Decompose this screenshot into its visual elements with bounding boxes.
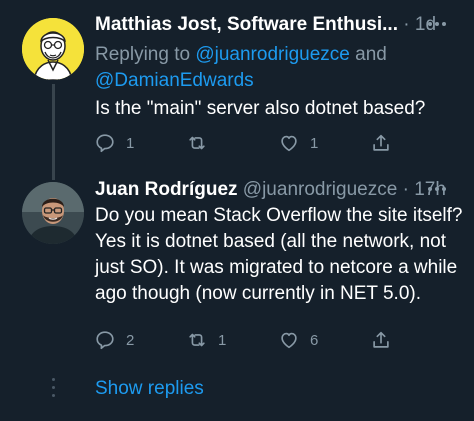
replying-to-and: and: [349, 44, 387, 65]
avatar[interactable]: [22, 18, 84, 80]
share-icon: [373, 134, 389, 151]
separator-dot: ·: [403, 14, 410, 35]
more-icon[interactable]: [428, 20, 448, 28]
share-button[interactable]: [370, 128, 392, 158]
tweet-header: Matthias Jost, Software Enthusi... · 1d: [95, 13, 462, 37]
reply-button[interactable]: 2: [94, 325, 134, 355]
tweet[interactable]: Matthias Jost, Software Enthusi... · 1d …: [0, 0, 474, 180]
tweet-header: Juan Rodríguez @juanrodriguezce · 17h: [95, 178, 462, 202]
like-button[interactable]: 1: [278, 128, 318, 158]
tweet-text: Do you mean Stack Overflow the site itse…: [95, 205, 463, 304]
reply-icon: [96, 134, 114, 153]
retweet-button[interactable]: 1: [186, 325, 226, 355]
like-icon: [281, 332, 297, 349]
retweet-button[interactable]: [186, 128, 218, 158]
mention-link[interactable]: @DamianEdwards: [95, 70, 254, 91]
photo-avatar-icon: [22, 182, 84, 244]
thread-connector: [52, 84, 55, 180]
replying-to-label: Replying to: [95, 44, 196, 65]
author-handle[interactable]: @juanrodriguezce: [243, 179, 398, 200]
share-button[interactable]: [370, 325, 392, 355]
tweet-actions: 1 1: [90, 128, 450, 158]
avatar[interactable]: [22, 182, 84, 244]
like-count: 1: [310, 134, 319, 152]
retweet-count: 1: [218, 331, 227, 349]
tweet-text: Is the "main" server also dotnet based?: [95, 98, 426, 119]
like-icon: [281, 135, 297, 152]
reply-count: 1: [126, 134, 135, 152]
more-icon[interactable]: [428, 185, 448, 193]
replying-to: Replying to @juanrodriguezce and @Damian…: [95, 42, 465, 94]
retweet-icon: [189, 136, 205, 150]
author-name[interactable]: Juan Rodríguez: [95, 179, 238, 200]
reply-count: 2: [126, 331, 135, 349]
reply-icon: [96, 331, 114, 350]
author-name[interactable]: Matthias Jost, Software Enthusi...: [95, 14, 398, 35]
conversation-thread: Matthias Jost, Software Enthusi... · 1d …: [0, 0, 474, 421]
cartoon-avatar-icon: [22, 18, 84, 80]
share-icon: [373, 331, 389, 348]
more-replies-dots: [52, 378, 56, 400]
like-button[interactable]: 6: [278, 325, 318, 355]
tweet-actions: 2 1 6: [90, 325, 450, 355]
mention-link[interactable]: @juanrodriguezce: [195, 44, 350, 65]
like-count: 6: [310, 331, 319, 349]
show-replies-link[interactable]: Show replies: [95, 376, 204, 402]
retweet-icon: [189, 333, 205, 347]
reply-button[interactable]: 1: [94, 128, 134, 158]
separator-dot: ·: [402, 179, 409, 200]
